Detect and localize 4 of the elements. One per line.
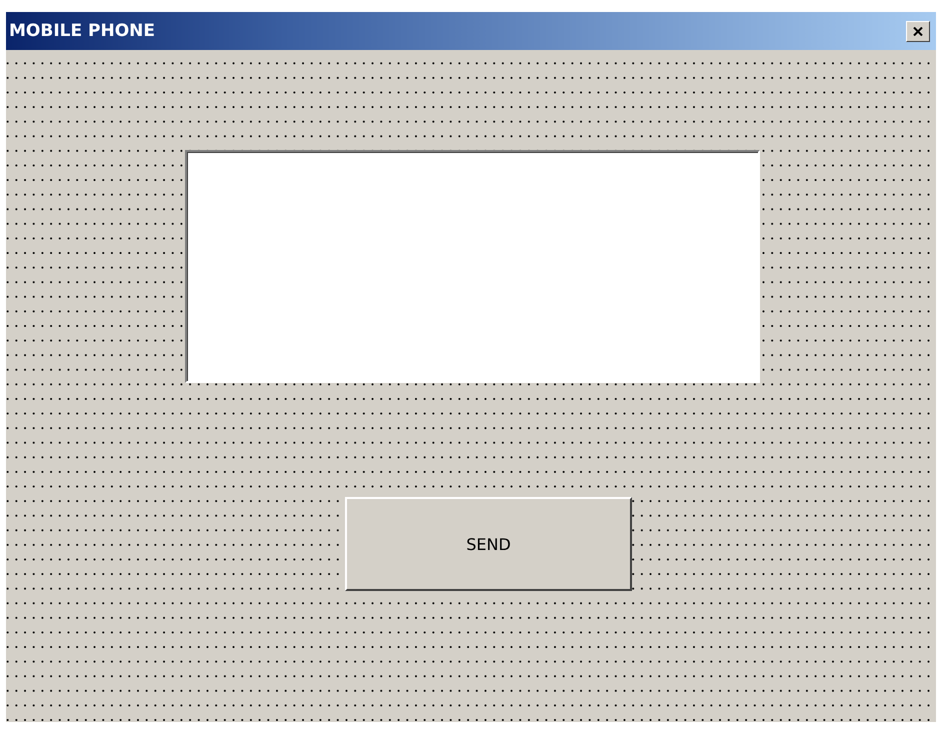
close-button[interactable] bbox=[906, 20, 930, 42]
close-icon bbox=[913, 26, 923, 36]
window-title: MOBILE PHONE bbox=[9, 21, 155, 41]
send-button[interactable]: SEND bbox=[345, 497, 632, 591]
